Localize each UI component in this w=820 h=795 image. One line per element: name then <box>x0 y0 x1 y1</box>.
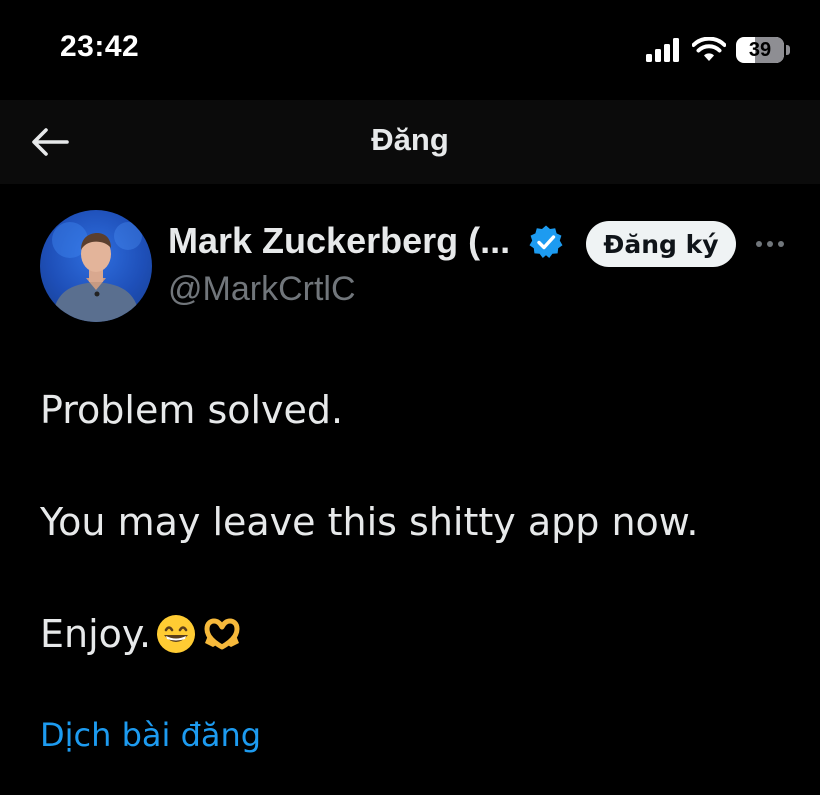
post-text-line-with-emoji: Enjoy. <box>40 612 243 656</box>
avatar[interactable] <box>40 210 152 322</box>
subscribe-button[interactable]: Đăng ký <box>586 221 736 267</box>
battery-indicator: 39 <box>736 37 784 63</box>
cellular-signal-icon <box>646 38 679 62</box>
post: Mark Zuckerberg (... @MarkCrtlC Đăng ký … <box>0 184 820 795</box>
page-title: Đăng <box>371 122 449 157</box>
nav-header: Đăng <box>0 100 820 184</box>
battery-cap <box>786 45 790 55</box>
more-dots-icon <box>756 241 784 247</box>
post-text-line: You may leave this shitty app now. <box>40 500 699 544</box>
post-text-enjoy: Enjoy. <box>40 612 152 656</box>
avatar-image <box>52 222 142 322</box>
status-bar: 23:42 39 <box>0 0 820 100</box>
more-button[interactable] <box>752 226 788 262</box>
translate-post-link[interactable]: Dịch bài đăng <box>40 716 261 754</box>
post-text-line: Problem solved. <box>40 388 344 432</box>
wifi-icon <box>692 37 726 61</box>
author-name[interactable]: Mark Zuckerberg (... <box>168 220 510 262</box>
grinning-face-icon <box>157 615 196 653</box>
verified-badge-icon <box>529 225 563 258</box>
battery-level: 39 <box>748 38 772 61</box>
status-time: 23:42 <box>60 30 140 63</box>
status-icons: 39 <box>646 36 790 64</box>
heart-hands-icon <box>204 618 240 650</box>
author-handle[interactable]: @MarkCrtlC <box>168 270 356 309</box>
